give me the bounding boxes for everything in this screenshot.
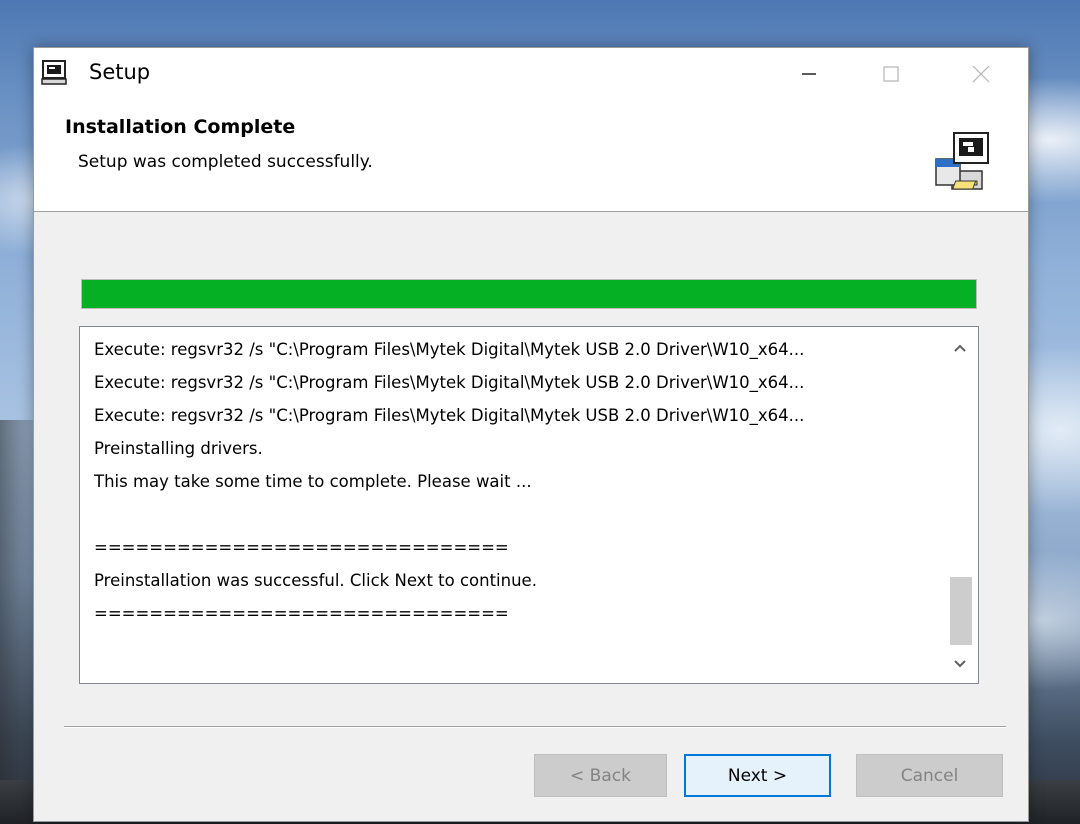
close-icon (972, 65, 990, 83)
back-button[interactable]: < Back (534, 754, 667, 797)
setup-computer-icon (935, 132, 989, 190)
page-subtitle: Setup was completed successfully. (78, 152, 373, 172)
progress-bar-fill (82, 280, 976, 308)
title-bar[interactable]: Setup (34, 48, 1028, 100)
page-title: Installation Complete (65, 116, 296, 138)
chevron-down-icon (954, 660, 966, 668)
scroll-down-button[interactable] (942, 649, 978, 679)
scrollbar-thumb[interactable] (950, 577, 972, 645)
cancel-button[interactable]: Cancel (856, 754, 1003, 797)
log-line: Execute: regsvr32 /s "C:\Program Files\M… (94, 373, 805, 392)
chevron-up-icon (954, 344, 966, 352)
app-computer-icon (41, 60, 67, 85)
log-scrollbar[interactable] (942, 327, 978, 683)
next-button[interactable]: Next > (684, 754, 831, 797)
log-line: ============================== (94, 604, 509, 623)
maximize-button[interactable] (856, 48, 926, 100)
desktop-tree-silhouette (0, 420, 34, 800)
log-line: ============================== (94, 538, 509, 557)
close-button[interactable] (946, 48, 1016, 100)
minimize-button[interactable] (774, 48, 844, 100)
install-log[interactable]: Execute: regsvr32 /s "C:\Program Files\M… (79, 326, 979, 684)
scroll-up-button[interactable] (942, 333, 978, 363)
log-line: Preinstalling drivers. (94, 439, 263, 458)
log-line: Execute: regsvr32 /s "C:\Program Files\M… (94, 340, 805, 359)
log-line: Execute: regsvr32 /s "C:\Program Files\M… (94, 406, 805, 425)
setup-window: Setup Installation Complete Setup was co… (33, 47, 1029, 822)
maximize-icon (883, 66, 899, 82)
progress-bar (81, 279, 977, 309)
footer-divider (64, 726, 1006, 728)
log-line (94, 498, 939, 531)
minimize-icon (802, 73, 816, 75)
window-title: Setup (89, 60, 151, 84)
wizard-header: Installation Complete Setup was complete… (34, 100, 1028, 212)
log-lines: Execute: regsvr32 /s "C:\Program Files\M… (94, 333, 939, 630)
log-line: Preinstallation was successful. Click Ne… (94, 571, 537, 590)
log-line: This may take some time to complete. Ple… (94, 472, 532, 491)
